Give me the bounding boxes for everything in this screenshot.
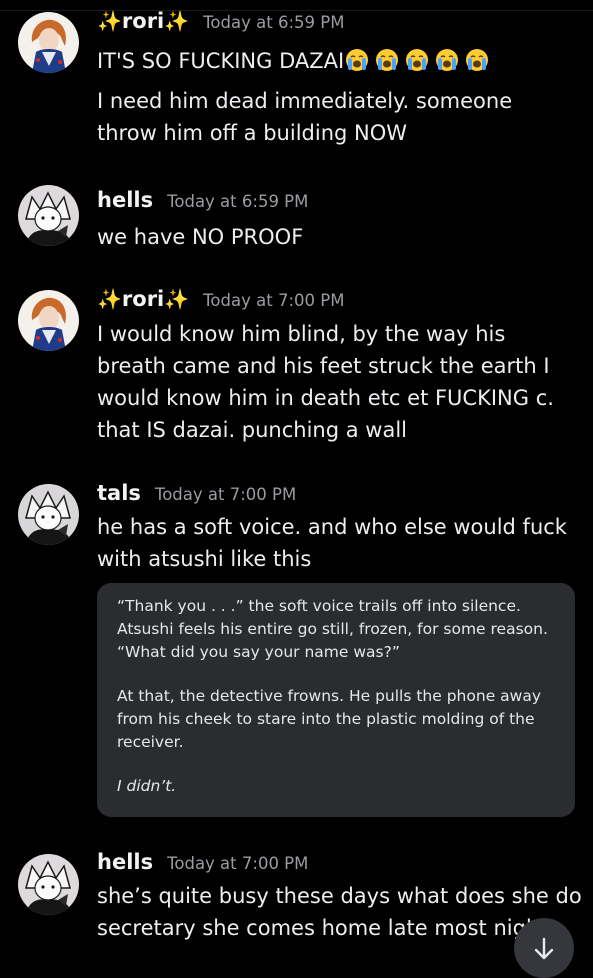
message-text: I would know him blind, by the way his b… — [97, 322, 554, 442]
message-text: I need him dead immediately. someone thr… — [97, 89, 513, 145]
excerpt-paragraph: “Thank you . . .” the soft voice trails … — [117, 597, 548, 661]
username-hells[interactable]: hells — [97, 850, 153, 874]
message-text: we have NO PROOF — [97, 225, 304, 249]
loudly-crying-face-icon — [405, 48, 429, 72]
sparkle-icon: ✨ — [97, 9, 122, 33]
avatar-rori[interactable] — [18, 290, 79, 351]
message-text: secretary she comes home late most nigh — [97, 916, 540, 940]
message-text: she’s quite busy these days what does sh… — [97, 884, 582, 908]
message-timestamp: Today at 6:59 PM — [203, 13, 345, 32]
sparkle-icon: ✨ — [164, 9, 190, 33]
orange-haired-character-avatar — [18, 12, 79, 73]
username-rori[interactable]: rori — [122, 9, 164, 33]
white-haired-character-avatar — [18, 854, 79, 915]
avatar-hells[interactable] — [18, 854, 79, 915]
message-5[interactable]: hells Today at 7:00 PM she’s quite busy … — [0, 842, 593, 960]
quoted-excerpt-card: “Thank you . . .” the soft voice trails … — [97, 583, 575, 817]
excerpt-paragraph: At that, the detective frowns. He pulls … — [117, 687, 542, 751]
message-timestamp: Today at 7:00 PM — [154, 485, 297, 504]
white-haired-character-avatar — [18, 185, 79, 246]
message-text: IT'S SO FUCKING DAZAI — [97, 49, 345, 73]
message-text: he has a soft voice. and who else would … — [97, 515, 567, 571]
sparkle-icon: ✨ — [97, 287, 122, 311]
sparkle-icon: ✨ — [164, 287, 190, 311]
message-1[interactable]: ✨ rori ✨ Today at 6:59 PM IT'S SO FUCKIN… — [0, 0, 593, 160]
loudly-crying-face-icon — [435, 48, 459, 72]
message-timestamp: Today at 7:00 PM — [203, 291, 345, 310]
message-timestamp: Today at 6:59 PM — [167, 192, 309, 211]
username-tals[interactable]: tals — [97, 481, 141, 505]
loudly-crying-face-icon — [375, 48, 399, 72]
arrow-down-icon — [534, 937, 554, 960]
loudly-crying-face-icon — [345, 48, 369, 72]
message-3[interactable]: ✨ rori ✨ Today at 7:00 PM I would know h… — [0, 278, 593, 448]
message-2[interactable]: hells Today at 6:59 PM we have NO PROOF — [0, 180, 593, 260]
message-content: IT'S SO FUCKING DAZAI I need him dead im… — [97, 45, 577, 149]
white-haired-character-avatar — [18, 484, 79, 545]
username-hells[interactable]: hells — [97, 188, 153, 212]
loudly-crying-face-icon — [465, 48, 489, 72]
orange-haired-character-avatar — [18, 290, 79, 351]
emoji-row — [345, 48, 495, 72]
excerpt-paragraph-italic: I didn’t. — [117, 777, 177, 795]
message-timestamp: Today at 7:00 PM — [167, 854, 309, 873]
avatar-rori[interactable] — [18, 12, 79, 73]
username-rori[interactable]: rori — [122, 287, 164, 311]
avatar-tals[interactable] — [18, 484, 79, 545]
jump-to-latest-button[interactable] — [514, 918, 574, 978]
message-content: she’s quite busy these days what does sh… — [97, 880, 582, 944]
avatar-hells[interactable] — [18, 185, 79, 246]
